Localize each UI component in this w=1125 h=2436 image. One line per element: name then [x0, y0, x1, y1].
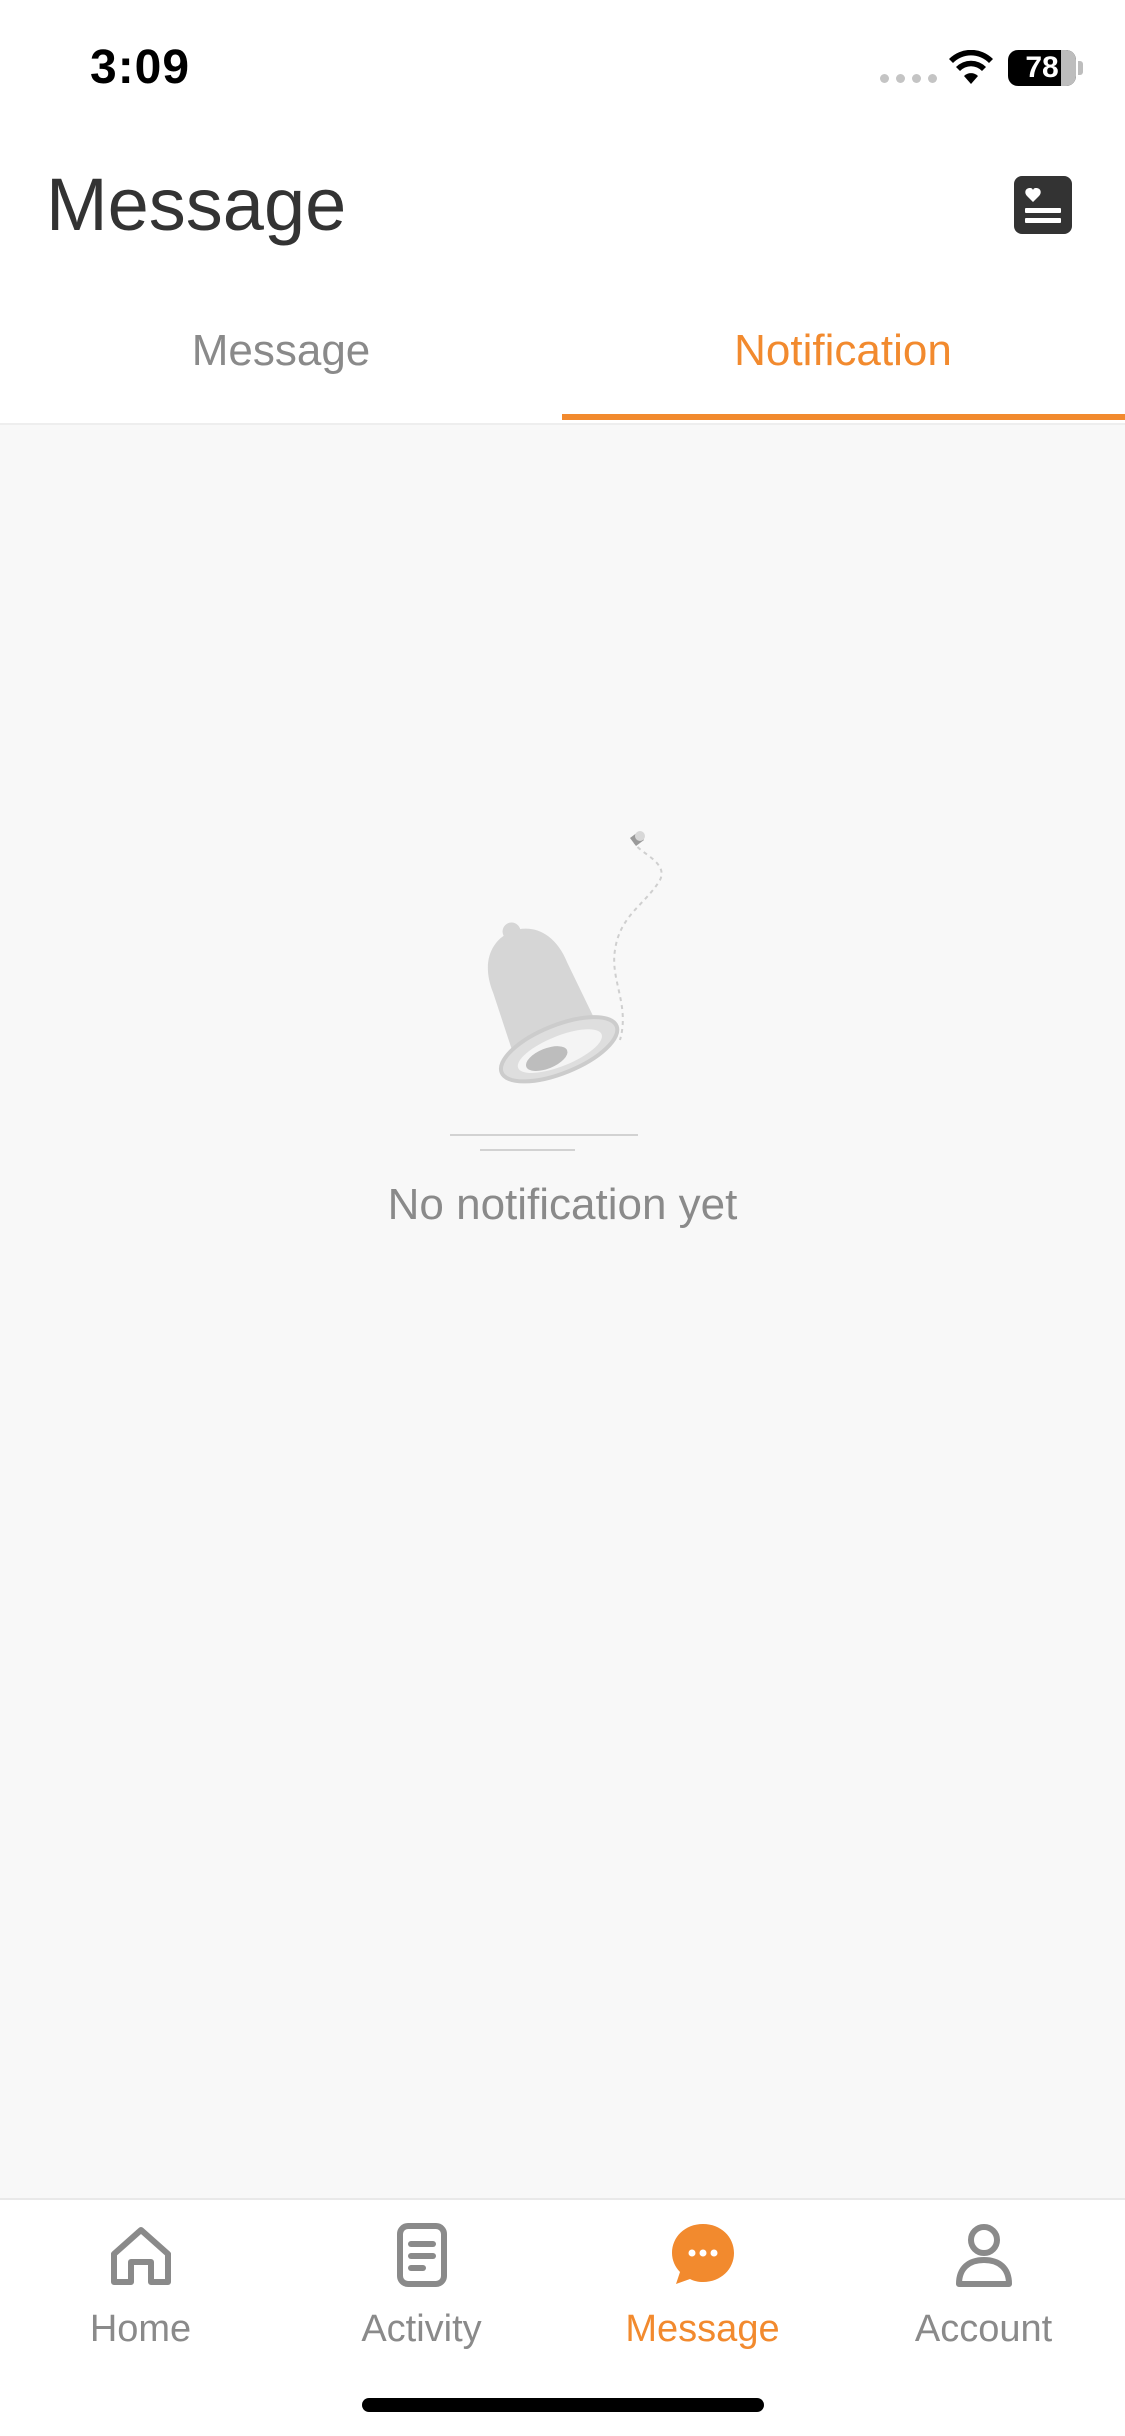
- divider: [0, 423, 1125, 425]
- nav-item-message[interactable]: Message: [562, 2200, 843, 2370]
- home-icon: [111, 2227, 171, 2285]
- wifi-icon: [949, 50, 993, 84]
- home-indicator[interactable]: [362, 2398, 764, 2412]
- chat-bubble-icon: [672, 2224, 734, 2284]
- nav-label-activity: Activity: [361, 2308, 482, 2350]
- status-bar: 3:09 78: [0, 0, 1125, 140]
- nav-label-home: Home: [89, 2308, 192, 2350]
- document-icon: [397, 2223, 447, 2287]
- tab-bar: Message Notification: [0, 296, 1125, 424]
- empty-state-message: No notification yet: [387, 1180, 738, 1229]
- nav-item-home[interactable]: Home: [0, 2200, 281, 2370]
- tab-message[interactable]: Message: [0, 296, 562, 424]
- nav-item-activity[interactable]: Activity: [281, 2200, 562, 2370]
- battery-percentage: 78: [1025, 51, 1059, 84]
- nav-item-account[interactable]: Account: [843, 2200, 1124, 2370]
- nav-label-message: Message: [625, 2308, 780, 2350]
- tab-notification[interactable]: Notification: [562, 296, 1124, 424]
- person-icon: [956, 2224, 1012, 2287]
- bell-icon: [450, 831, 663, 1151]
- nav-label-account: Account: [914, 2308, 1053, 2350]
- battery-icon: 78: [1008, 50, 1084, 86]
- status-time: 3:09: [90, 41, 191, 94]
- cellular-signal-icon: [880, 74, 937, 83]
- active-tab-indicator: [562, 414, 1125, 420]
- page-title: Message: [46, 163, 347, 246]
- heart-list-icon[interactable]: [1014, 176, 1072, 234]
